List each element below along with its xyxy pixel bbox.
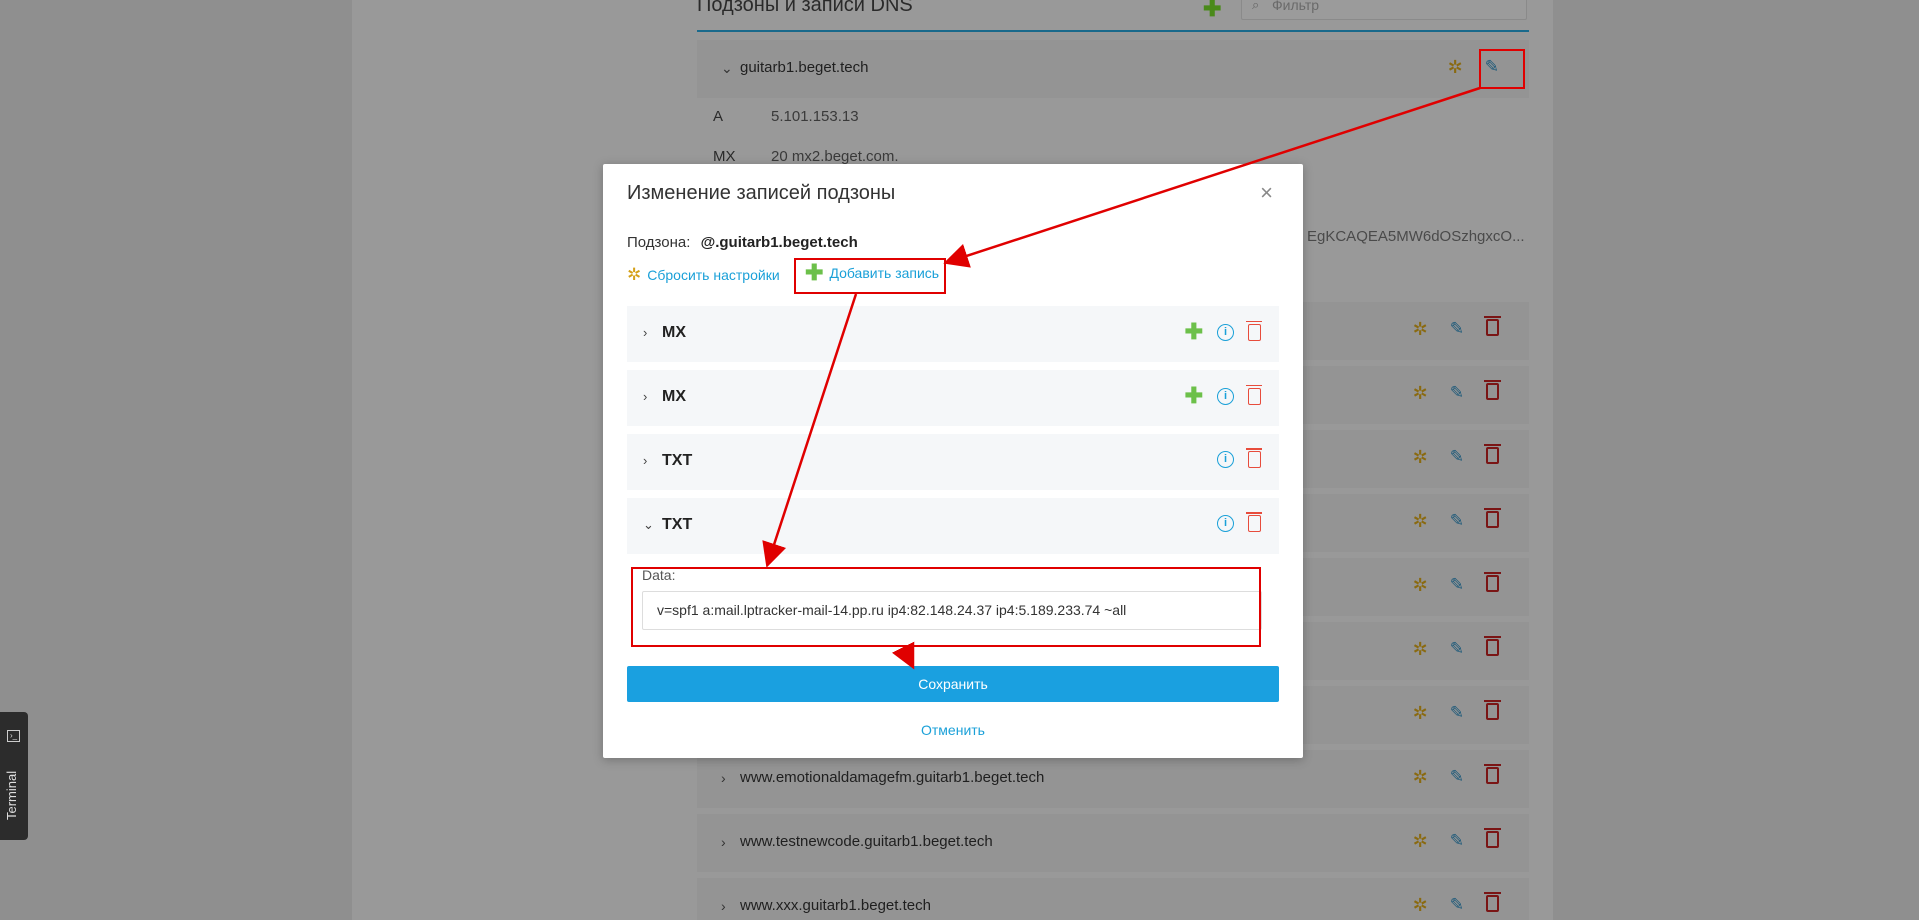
edit-pencil-icon[interactable]: ✎ — [1450, 575, 1464, 596]
reset-settings-link[interactable]: ✲ Сбросить настройки — [627, 265, 780, 285]
reset-gear-icon[interactable]: ✲ — [1413, 447, 1428, 468]
delete-trash-icon[interactable] — [1484, 700, 1501, 720]
subzone-info: Подзона: @.guitarb1.beget.tech — [627, 234, 858, 251]
modal-title: Изменение записей подзоны — [627, 182, 896, 204]
cancel-link[interactable]: Отменить — [603, 722, 1303, 738]
reset-gear-icon[interactable]: ✲ — [1413, 831, 1428, 852]
record-row-txt-2[interactable]: ⌄ TXT i — [627, 498, 1279, 554]
record-type: TXT — [662, 452, 693, 469]
edit-pencil-icon[interactable]: ✎ — [1450, 639, 1464, 660]
reset-gear-icon[interactable]: ✲ — [1448, 57, 1463, 78]
chevron-down-icon[interactable]: ⌄ — [721, 60, 733, 77]
search-icon: ⌕ — [1252, 0, 1260, 12]
delete-trash-icon[interactable] — [1484, 380, 1501, 400]
record-type: TXT — [662, 516, 693, 533]
gear-icon: ✲ — [627, 265, 642, 284]
chevron-right-icon[interactable]: › — [721, 834, 726, 850]
delete-trash-icon[interactable] — [1484, 892, 1501, 912]
info-icon[interactable]: i — [1217, 387, 1234, 405]
chevron-right-icon[interactable]: › — [721, 898, 726, 914]
delete-trash-icon[interactable] — [1484, 828, 1501, 848]
delete-trash-icon[interactable] — [1484, 764, 1501, 784]
record-type: A — [713, 108, 724, 125]
info-icon[interactable]: i — [1217, 515, 1234, 532]
zone-name: www.emotionaldamagefm.guitarb1.beget.tec… — [740, 769, 1045, 786]
zone-row[interactable]: › www.testnewcode.guitarb1.beget.tech ✲ ✎ — [697, 814, 1529, 872]
edit-pencil-icon[interactable]: ✎ — [1450, 447, 1464, 468]
reset-gear-icon[interactable]: ✲ — [1413, 575, 1428, 596]
delete-trash-icon[interactable] — [1484, 572, 1501, 592]
record-type: MX — [662, 324, 686, 341]
delete-trash-icon[interactable] — [1484, 636, 1501, 656]
record-a: A 5.101.153.13 — [713, 108, 859, 125]
terminal-icon: ›_ — [7, 730, 20, 742]
reset-gear-icon[interactable]: ✲ — [1413, 703, 1428, 724]
edit-pencil-icon[interactable]: ✎ — [1450, 319, 1464, 340]
delete-trash-icon[interactable] — [1484, 444, 1501, 464]
close-icon[interactable]: × — [1260, 180, 1273, 206]
zone-row[interactable]: › www.xxx.guitarb1.beget.tech ✲ ✎ — [697, 878, 1529, 920]
reset-settings-label: Сбросить настройки — [647, 267, 780, 283]
chevron-right-icon[interactable]: › — [643, 325, 647, 340]
delete-icon[interactable] — [1246, 384, 1262, 405]
delete-icon[interactable] — [1246, 512, 1262, 532]
edit-pencil-icon[interactable]: ✎ — [1450, 383, 1464, 404]
chevron-right-icon[interactable]: › — [721, 770, 726, 786]
record-row-txt-1[interactable]: › TXT i — [627, 434, 1279, 490]
reset-gear-icon[interactable]: ✲ — [1413, 383, 1428, 404]
info-icon[interactable]: i — [1217, 451, 1234, 468]
reset-gear-icon[interactable]: ✲ — [1413, 511, 1428, 532]
reset-gear-icon[interactable]: ✲ — [1413, 895, 1428, 916]
edit-subzone-modal: Изменение записей подзоны × Подзона: @.g… — [603, 164, 1303, 758]
chevron-down-icon[interactable]: ⌄ — [643, 517, 654, 533]
chevron-right-icon[interactable]: › — [643, 389, 647, 404]
section-divider — [697, 30, 1529, 32]
record-type: MX — [713, 148, 736, 165]
record-mx: MX 20 mx2.beget.com. — [713, 148, 899, 165]
delete-trash-icon[interactable] — [1484, 316, 1501, 336]
zone-name: guitarb1.beget.tech — [740, 59, 869, 76]
annotation-box-add-record — [794, 258, 946, 294]
add-value-icon[interactable]: ✚ — [1185, 385, 1203, 407]
add-value-icon[interactable]: ✚ — [1185, 321, 1203, 343]
info-icon[interactable]: i — [1217, 323, 1234, 341]
edit-pencil-icon[interactable]: ✎ — [1450, 511, 1464, 532]
dns-section-title: Подзоны и записи DNS — [697, 0, 913, 16]
delete-trash-icon[interactable] — [1484, 508, 1501, 528]
zone-row-expanded[interactable]: ⌄ guitarb1.beget.tech ✲ ✎ — [697, 40, 1529, 98]
filter-placeholder: Фильтр — [1272, 0, 1320, 13]
record-dkim-fragment: EgKCAQEA5MW6dOSzhgxcO... — [1307, 228, 1525, 245]
reset-gear-icon[interactable]: ✲ — [1413, 639, 1428, 660]
subzone-label: Подзона: — [627, 234, 691, 251]
edit-pencil-icon[interactable]: ✎ — [1450, 831, 1464, 852]
subzone-value: @.guitarb1.beget.tech — [700, 234, 858, 251]
terminal-tab[interactable]: ›_ Terminal — [0, 712, 28, 840]
terminal-label: Terminal — [4, 770, 19, 820]
reset-gear-icon[interactable]: ✲ — [1413, 767, 1428, 788]
record-row-mx-2[interactable]: › MX ✚ i — [627, 370, 1279, 426]
annotation-box-data — [631, 567, 1261, 647]
add-subzone-icon[interactable]: ✚ — [1203, 0, 1221, 22]
delete-icon[interactable] — [1246, 320, 1262, 341]
filter-input[interactable]: ⌕ Фильтр — [1241, 0, 1527, 20]
record-row-mx-1[interactable]: › MX ✚ i — [627, 306, 1279, 362]
annotation-box-edit — [1479, 49, 1525, 89]
reset-gear-icon[interactable]: ✲ — [1413, 319, 1428, 340]
edit-pencil-icon[interactable]: ✎ — [1450, 767, 1464, 788]
chevron-right-icon[interactable]: › — [643, 453, 647, 468]
save-button[interactable]: Сохранить — [627, 666, 1279, 702]
record-value: 5.101.153.13 — [771, 108, 859, 125]
delete-icon[interactable] — [1246, 448, 1262, 468]
zone-name: www.testnewcode.guitarb1.beget.tech — [740, 833, 993, 850]
record-type: MX — [662, 388, 686, 405]
record-value: 20 mx2.beget.com. — [771, 148, 899, 165]
edit-pencil-icon[interactable]: ✎ — [1450, 895, 1464, 916]
zone-name: www.xxx.guitarb1.beget.tech — [740, 897, 931, 914]
zone-row[interactable]: › www.emotionaldamagefm.guitarb1.beget.t… — [697, 750, 1529, 808]
edit-pencil-icon[interactable]: ✎ — [1450, 703, 1464, 724]
